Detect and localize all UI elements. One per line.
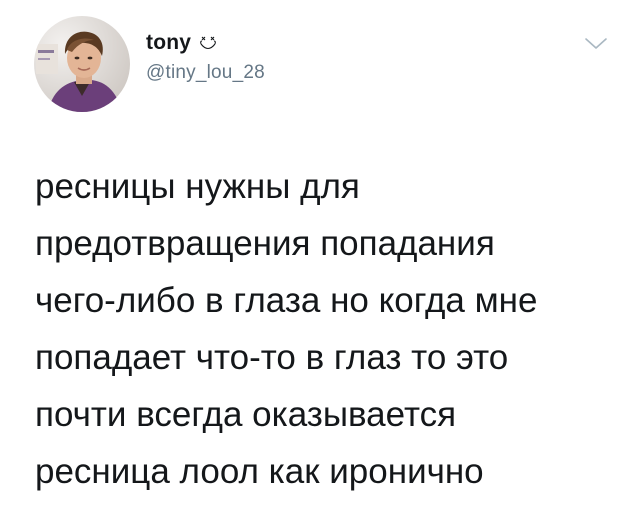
avatar[interactable]	[34, 16, 130, 112]
tweet-text-line: чего-либо в глаза но когда мне	[35, 281, 538, 320]
chevron-down-icon[interactable]	[584, 36, 608, 52]
display-name[interactable]: tony	[146, 31, 191, 55]
tweet-card: tony @tiny_lou_28 ресницы нужны для пред…	[0, 0, 640, 532]
tweet-text: ресницы нужны для предотвращения попадан…	[35, 158, 615, 500]
user-handle[interactable]: @tiny_lou_28	[146, 62, 265, 84]
dizzy-face-emoji-icon	[200, 36, 217, 50]
tweet-text-line: попадает что-то в глаз то это	[35, 338, 509, 377]
tweet-text-line: почти всегда оказывается	[35, 395, 457, 434]
tweet-text-line: ресница лоол как иронично	[35, 452, 484, 491]
tweet-text-line: предотвращения попадания	[35, 224, 495, 263]
avatar-photo	[34, 16, 130, 112]
author-name-row[interactable]: tony	[146, 30, 219, 56]
tweet-text-line: ресницы нужны для	[35, 167, 360, 206]
